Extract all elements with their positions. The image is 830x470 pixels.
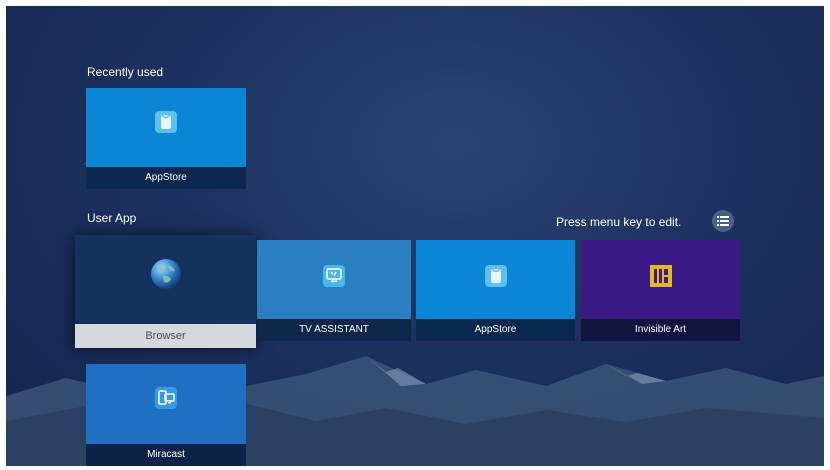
menu-list-icon[interactable] bbox=[712, 210, 734, 232]
appstore-icon bbox=[154, 110, 178, 134]
recent-tile-appstore[interactable]: AppStore bbox=[86, 88, 246, 189]
recently-used-title: Recently used bbox=[87, 65, 164, 79]
edit-hint: Press menu key to edit. bbox=[556, 215, 682, 229]
app-tile-invisible-art[interactable]: Invisible Art bbox=[581, 240, 740, 341]
globe-icon bbox=[149, 257, 183, 291]
invisible-art-icon bbox=[649, 264, 673, 288]
app-tile-browser[interactable]: Browser bbox=[75, 235, 256, 348]
tile-label: AppStore bbox=[86, 167, 246, 189]
tile-label: Miracast bbox=[86, 444, 246, 466]
tile-label: Invisible Art bbox=[581, 319, 740, 341]
app-tile-miracast[interactable]: Miracast bbox=[86, 364, 246, 466]
appstore-icon bbox=[484, 264, 508, 288]
miracast-icon bbox=[154, 386, 178, 410]
tile-label: Browser bbox=[75, 324, 256, 348]
tv-assistant-icon bbox=[322, 264, 346, 288]
tile-label: AppStore bbox=[416, 319, 575, 341]
user-app-title: User App bbox=[87, 211, 137, 225]
tile-label: TV ASSISTANT bbox=[257, 319, 411, 341]
tv-launcher-screen: Recently used AppStore User App Press me… bbox=[6, 6, 824, 466]
browser-tile-body bbox=[75, 235, 256, 321]
app-tile-tv-assistant[interactable]: TV ASSISTANT bbox=[257, 240, 411, 341]
app-tile-appstore[interactable]: AppStore bbox=[416, 240, 575, 341]
